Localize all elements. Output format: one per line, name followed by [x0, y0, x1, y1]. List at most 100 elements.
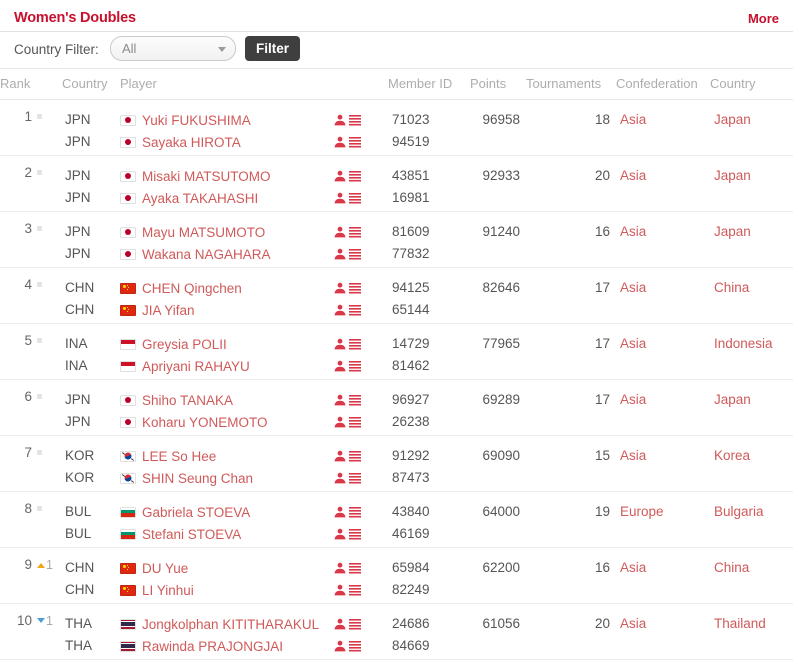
- list-icon[interactable]: [349, 416, 361, 428]
- person-icon[interactable]: [334, 394, 346, 406]
- confederation-cell[interactable]: Asia: [616, 155, 710, 212]
- player-entry[interactable]: Greysia POLII: [120, 333, 330, 355]
- player-entry[interactable]: LI Yinhui: [120, 579, 330, 601]
- player-name-link[interactable]: Gabriela STOEVA: [142, 505, 250, 520]
- confederation-cell[interactable]: Asia: [616, 379, 710, 436]
- player-entry[interactable]: Misaki MATSUTOMO: [120, 165, 330, 187]
- list-icon[interactable]: [349, 170, 361, 182]
- list-icon[interactable]: [349, 450, 361, 462]
- more-link[interactable]: More: [748, 11, 779, 26]
- player-name-link[interactable]: Greysia POLII: [142, 337, 227, 352]
- list-icon[interactable]: [349, 584, 361, 596]
- person-icon[interactable]: [334, 192, 346, 204]
- list-icon[interactable]: [349, 562, 361, 574]
- player-entry[interactable]: Sayaka HIROTA: [120, 131, 330, 153]
- person-icon[interactable]: [334, 136, 346, 148]
- player-entry[interactable]: Wakana NAGAHARA: [120, 243, 330, 265]
- list-icon[interactable]: [349, 472, 361, 484]
- person-icon[interactable]: [334, 114, 346, 126]
- country-filter-select[interactable]: All: [110, 36, 236, 61]
- confederation-cell[interactable]: Asia: [616, 267, 710, 324]
- country-name-cell[interactable]: China: [710, 547, 793, 604]
- confederation-cell[interactable]: Asia: [616, 323, 710, 380]
- person-icon[interactable]: [334, 226, 346, 238]
- player-entry[interactable]: SHIN Seung Chan: [120, 467, 330, 489]
- player-entry[interactable]: DU Yue: [120, 557, 330, 579]
- person-icon[interactable]: [334, 528, 346, 540]
- person-icon[interactable]: [334, 618, 346, 630]
- list-icon[interactable]: [349, 360, 361, 372]
- country-name-cell[interactable]: Thailand: [710, 603, 793, 660]
- list-icon[interactable]: [349, 618, 361, 630]
- person-icon[interactable]: [334, 248, 346, 260]
- confederation-cell[interactable]: Asia: [616, 211, 710, 268]
- player-entry[interactable]: Shiho TANAKA: [120, 389, 330, 411]
- list-icon[interactable]: [349, 282, 361, 294]
- player-entry[interactable]: JIA Yifan: [120, 299, 330, 321]
- player-name-link[interactable]: Koharu YONEMOTO: [142, 415, 268, 430]
- country-name-cell[interactable]: China: [710, 267, 793, 324]
- player-entry[interactable]: Gabriela STOEVA: [120, 501, 330, 523]
- person-icon[interactable]: [334, 562, 346, 574]
- player-name-link[interactable]: Ayaka TAKAHASHI: [142, 191, 258, 206]
- player-entry[interactable]: Jongkolphan KITITHARAKUL: [120, 613, 330, 635]
- player-entry[interactable]: Rawinda PRAJONGJAI: [120, 635, 330, 657]
- player-entry[interactable]: LEE So Hee: [120, 445, 330, 467]
- confederation-cell[interactable]: Asia: [616, 547, 710, 604]
- player-entry[interactable]: CHEN Qingchen: [120, 277, 330, 299]
- person-icon[interactable]: [334, 282, 346, 294]
- country-name-cell[interactable]: Japan: [710, 379, 793, 436]
- person-icon[interactable]: [334, 360, 346, 372]
- player-entry[interactable]: Yuki FUKUSHIMA: [120, 109, 330, 131]
- country-name-cell[interactable]: Japan: [710, 155, 793, 212]
- player-name-link[interactable]: Rawinda PRAJONGJAI: [142, 639, 283, 654]
- country-name-cell[interactable]: Korea: [710, 435, 793, 492]
- list-icon[interactable]: [349, 338, 361, 350]
- player-entry[interactable]: Stefani STOEVA: [120, 523, 330, 545]
- list-icon[interactable]: [349, 136, 361, 148]
- player-name-link[interactable]: SHIN Seung Chan: [142, 471, 253, 486]
- person-icon[interactable]: [334, 170, 346, 182]
- player-entry[interactable]: Koharu YONEMOTO: [120, 411, 330, 433]
- list-icon[interactable]: [349, 506, 361, 518]
- person-icon[interactable]: [334, 416, 346, 428]
- country-name-cell[interactable]: Bulgaria: [710, 491, 793, 548]
- list-icon[interactable]: [349, 248, 361, 260]
- player-name-link[interactable]: Yuki FUKUSHIMA: [142, 113, 251, 128]
- person-icon[interactable]: [334, 304, 346, 316]
- player-name-link[interactable]: Wakana NAGAHARA: [142, 247, 271, 262]
- player-name-link[interactable]: Jongkolphan KITITHARAKUL: [142, 617, 319, 632]
- person-icon[interactable]: [334, 450, 346, 462]
- player-name-link[interactable]: Apriyani RAHAYU: [142, 359, 250, 374]
- list-icon[interactable]: [349, 192, 361, 204]
- player-name-link[interactable]: LEE So Hee: [142, 449, 216, 464]
- person-icon[interactable]: [334, 338, 346, 350]
- player-entry[interactable]: Mayu MATSUMOTO: [120, 221, 330, 243]
- list-icon[interactable]: [349, 394, 361, 406]
- person-icon[interactable]: [334, 472, 346, 484]
- player-entry[interactable]: Apriyani RAHAYU: [120, 355, 330, 377]
- list-icon[interactable]: [349, 640, 361, 652]
- player-name-link[interactable]: Shiho TANAKA: [142, 393, 233, 408]
- confederation-cell[interactable]: Europe: [616, 491, 710, 548]
- confederation-cell[interactable]: Asia: [616, 435, 710, 492]
- player-name-link[interactable]: Stefani STOEVA: [142, 527, 241, 542]
- player-name-link[interactable]: Misaki MATSUTOMO: [142, 169, 271, 184]
- player-name-link[interactable]: DU Yue: [142, 561, 188, 576]
- person-icon[interactable]: [334, 506, 346, 518]
- player-name-link[interactable]: JIA Yifan: [142, 303, 195, 318]
- player-name-link[interactable]: Sayaka HIROTA: [142, 135, 241, 150]
- person-icon[interactable]: [334, 584, 346, 596]
- confederation-cell[interactable]: Asia: [616, 99, 710, 156]
- list-icon[interactable]: [349, 304, 361, 316]
- list-icon[interactable]: [349, 226, 361, 238]
- country-name-cell[interactable]: Japan: [710, 99, 793, 156]
- player-entry[interactable]: Ayaka TAKAHASHI: [120, 187, 330, 209]
- confederation-cell[interactable]: Asia: [616, 603, 710, 660]
- country-name-cell[interactable]: Indonesia: [710, 323, 793, 380]
- list-icon[interactable]: [349, 528, 361, 540]
- player-name-link[interactable]: LI Yinhui: [142, 583, 194, 598]
- person-icon[interactable]: [334, 640, 346, 652]
- country-name-cell[interactable]: Japan: [710, 211, 793, 268]
- filter-button[interactable]: Filter: [245, 36, 301, 61]
